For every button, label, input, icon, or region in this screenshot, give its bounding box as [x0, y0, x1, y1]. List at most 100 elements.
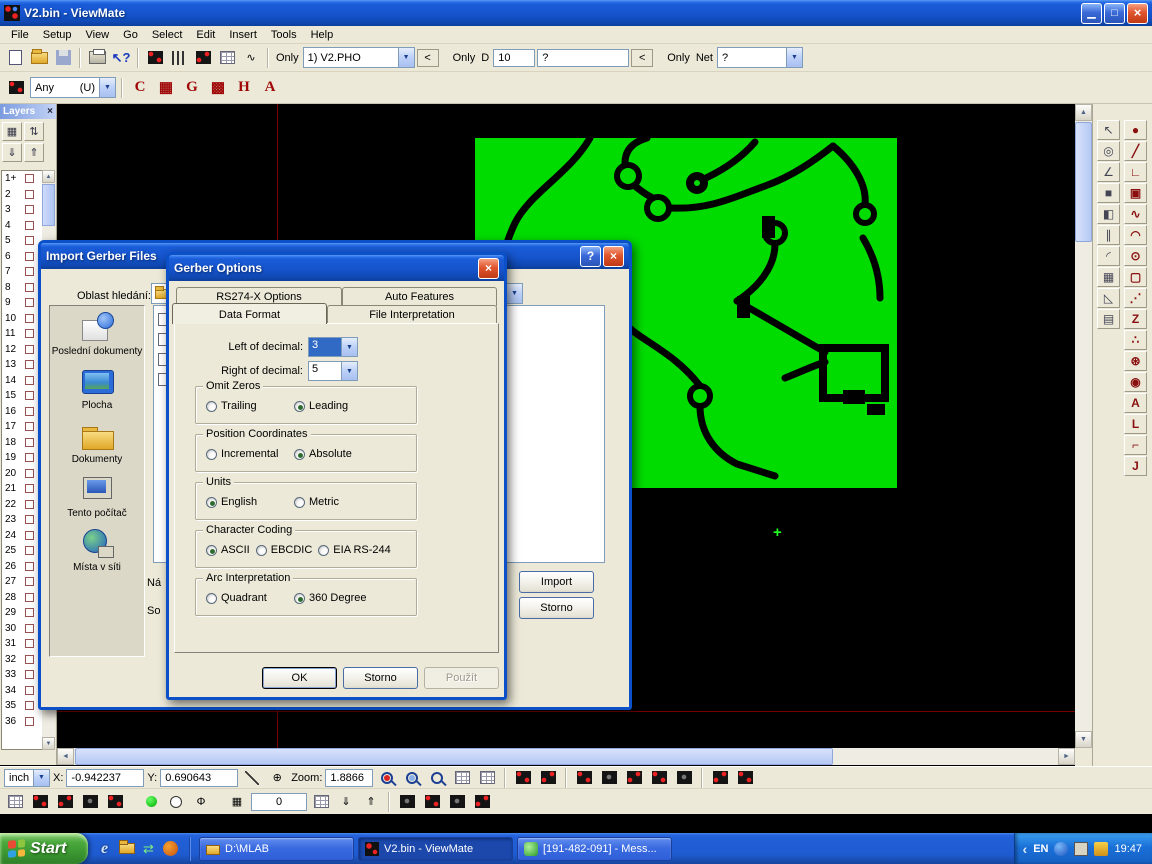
- draw-polyline-button[interactable]: ∿: [1124, 204, 1147, 224]
- only-dcode-toggle[interactable]: Only: [451, 52, 478, 64]
- layer-swatch[interactable]: [25, 655, 34, 664]
- composite-view-button[interactable]: [673, 767, 695, 789]
- pattern-b-button[interactable]: [421, 791, 443, 813]
- diameter-button[interactable]: Φ: [190, 791, 212, 813]
- dcode-value-field[interactable]: 0: [251, 793, 307, 811]
- layer-row[interactable]: 13: [2, 357, 43, 373]
- draw-line-button[interactable]: ╱: [1124, 141, 1147, 161]
- layer-swatch[interactable]: [25, 670, 34, 679]
- radio-ascii[interactable]: ASCII: [206, 544, 250, 556]
- restore-icon[interactable]: □: [1104, 3, 1125, 24]
- language-indicator[interactable]: EN: [1033, 843, 1048, 855]
- menu-item-select[interactable]: Select: [145, 27, 190, 43]
- layer-grid-button[interactable]: ▦: [2, 122, 22, 141]
- layer-row[interactable]: 24: [2, 528, 43, 544]
- radio-eia-rs-244[interactable]: EIA RS-244: [318, 544, 390, 556]
- layer-row[interactable]: 22: [2, 497, 43, 513]
- polygon-view-button[interactable]: [598, 767, 620, 789]
- draw-corner-button[interactable]: ∟: [1124, 162, 1147, 182]
- measure-line-button[interactable]: [241, 767, 263, 789]
- layer-row[interactable]: 25: [2, 543, 43, 559]
- save-button[interactable]: [52, 47, 74, 69]
- place-network[interactable]: Místa v síti: [50, 528, 144, 573]
- layer-swatch[interactable]: [25, 531, 34, 540]
- layer-row[interactable]: 4: [2, 218, 43, 234]
- dot-grid-button[interactable]: [310, 791, 332, 813]
- layer-swatch[interactable]: [25, 624, 34, 633]
- layer-swatch[interactable]: [25, 298, 34, 307]
- scroll-left-icon[interactable]: ◄: [57, 748, 74, 765]
- zoom-window-button[interactable]: [426, 767, 448, 789]
- draw-circle-button[interactable]: ⊙: [1124, 246, 1147, 266]
- tray-network-icon[interactable]: [1054, 842, 1068, 856]
- dialog-help-icon[interactable]: ?: [580, 246, 601, 267]
- menu-item-setup[interactable]: Setup: [36, 27, 79, 43]
- layer-row[interactable]: 35: [2, 698, 43, 714]
- flash-view-button[interactable]: [573, 767, 595, 789]
- radio-leading[interactable]: Leading: [294, 400, 382, 412]
- layer-swatch[interactable]: [25, 205, 34, 214]
- prev-file-button[interactable]: <: [417, 49, 439, 67]
- minimize-icon[interactable]: ▁: [1081, 3, 1102, 24]
- zoom-in-button[interactable]: [401, 767, 423, 789]
- layer-swatch[interactable]: [25, 438, 34, 447]
- layer-swatch[interactable]: [25, 500, 34, 509]
- table-view-button[interactable]: [476, 767, 498, 789]
- draw-pad-button[interactable]: ●: [1124, 120, 1147, 140]
- layer-row[interactable]: 12: [2, 342, 43, 358]
- title-bar[interactable]: V2.bin - ViewMate ▁ □ ×: [0, 0, 1152, 26]
- taskbar-task-d-mlab[interactable]: D:\MLAB: [199, 837, 354, 861]
- layer-swatch[interactable]: [25, 577, 34, 586]
- scroll-right-icon[interactable]: ►: [1058, 748, 1075, 765]
- pointer-tool-button[interactable]: ↖: [1097, 120, 1120, 140]
- menu-item-tools[interactable]: Tools: [264, 27, 304, 43]
- parallel-lines-tool-button[interactable]: ∥: [1097, 225, 1120, 245]
- menu-item-view[interactable]: View: [78, 27, 116, 43]
- start-button[interactable]: Start: [0, 833, 88, 864]
- scrollbar-thumb[interactable]: [75, 748, 833, 765]
- layer-row[interactable]: 3: [2, 202, 43, 218]
- layer-swatch[interactable]: [25, 469, 34, 478]
- dcode-view-button[interactable]: [192, 47, 214, 69]
- layer-row[interactable]: 18: [2, 435, 43, 451]
- layer-swatch[interactable]: [25, 701, 34, 710]
- layer-row[interactable]: 11: [2, 326, 43, 342]
- radio-english[interactable]: English: [206, 496, 294, 508]
- layer-swatch[interactable]: [25, 345, 34, 354]
- net-view-button[interactable]: [623, 767, 645, 789]
- draw-dots-button[interactable]: ∴: [1124, 330, 1147, 350]
- tray-chevron-icon[interactable]: ‹: [1023, 841, 1028, 857]
- layer-row[interactable]: 7: [2, 264, 43, 280]
- layer-swatch[interactable]: [25, 267, 34, 276]
- layer-swatch[interactable]: [25, 391, 34, 400]
- layer-move-down-button[interactable]: ⇓: [2, 143, 22, 162]
- layer-swatch[interactable]: [25, 453, 34, 462]
- layers-panel-header[interactable]: Layers ×: [0, 104, 56, 119]
- place-documents[interactable]: Dokumenty: [50, 420, 144, 465]
- chevron-down-icon[interactable]: ▼: [398, 48, 414, 67]
- color-swap-button[interactable]: [54, 791, 76, 813]
- film-button[interactable]: [4, 76, 28, 100]
- print-button[interactable]: [86, 47, 108, 69]
- layer-row[interactable]: 16: [2, 404, 43, 420]
- pattern-c-button[interactable]: [446, 791, 468, 813]
- horizontal-scrollbar[interactable]: ◄ ►: [57, 748, 1075, 765]
- layer-row[interactable]: 28: [2, 590, 43, 606]
- tray-update-icon[interactable]: [1094, 842, 1108, 856]
- scroll-down-icon[interactable]: ▼: [1075, 731, 1092, 748]
- layer-row[interactable]: 5: [2, 233, 43, 249]
- place-my-computer[interactable]: Tento počítač: [50, 474, 144, 519]
- layer-row[interactable]: 27: [2, 574, 43, 590]
- grid-snap-tool-button[interactable]: ▦: [1097, 267, 1120, 287]
- chevron-down-icon[interactable]: ▼: [341, 338, 357, 356]
- radio-ebcdic[interactable]: EBCDIC: [256, 544, 313, 556]
- right-of-decimal-combo[interactable]: 5 ▼: [308, 361, 358, 381]
- draw-frame-button[interactable]: ▢: [1124, 267, 1147, 287]
- layer-row[interactable]: 6: [2, 249, 43, 265]
- layer-swatch[interactable]: [25, 639, 34, 648]
- film-box-button[interactable]: [709, 767, 731, 789]
- only-net-toggle[interactable]: Only: [665, 52, 692, 64]
- layer-row[interactable]: 10: [2, 311, 43, 327]
- prev-dcode-button[interactable]: <: [631, 49, 653, 67]
- layer-row[interactable]: 15: [2, 388, 43, 404]
